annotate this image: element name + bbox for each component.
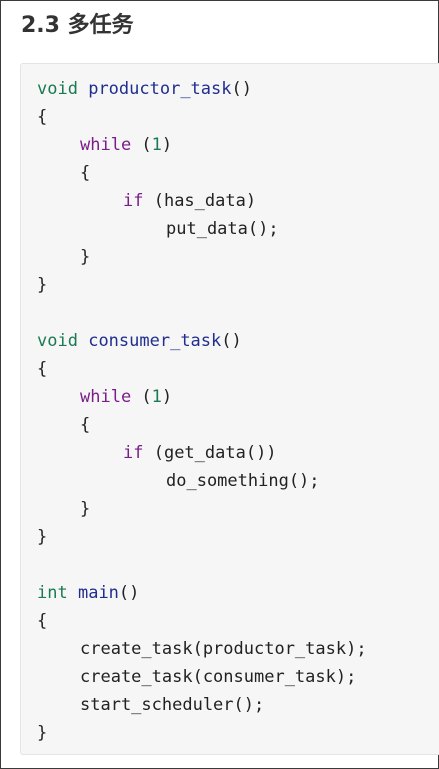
type-keyword: void — [37, 79, 78, 99]
code-text: ) — [161, 135, 173, 155]
number-literal: 1 — [151, 135, 162, 155]
code-text: () — [118, 583, 140, 603]
code-line: void productor_task() — [37, 75, 439, 103]
code-text: ( — [131, 135, 152, 155]
code-line: } — [37, 527, 48, 547]
code-text: ) — [161, 387, 173, 407]
control-keyword: if — [123, 443, 144, 463]
code-line: void consumer_task() — [37, 327, 439, 355]
code-line: if (has_data) — [37, 187, 439, 215]
function-name: consumer_task — [88, 331, 222, 351]
code-line: if (get_data()) — [37, 439, 439, 467]
code-line: { — [37, 359, 48, 379]
control-keyword: while — [80, 387, 132, 407]
code-line: while (1) — [37, 131, 439, 159]
number-literal: 1 — [151, 387, 162, 407]
code-line: { — [37, 611, 48, 631]
code-line: } — [80, 247, 91, 267]
code-line: { — [80, 163, 91, 183]
code-line: start_scheduler(); — [80, 695, 265, 715]
code-line: int main() — [37, 579, 439, 607]
code-text: () — [231, 79, 252, 99]
control-keyword: if — [123, 191, 144, 211]
code-line: while (1) — [37, 383, 439, 411]
code-listing: void productor_task(){while (1){if (has_… — [21, 64, 439, 747]
code-line: do_something(); — [166, 471, 320, 491]
code-line: { — [80, 415, 91, 435]
code-line: } — [37, 723, 48, 743]
code-text: () — [221, 331, 242, 351]
code-text: (get_data()) — [143, 443, 277, 463]
code-line: create_task(productor_task); — [80, 639, 367, 659]
type-keyword: int — [37, 583, 68, 603]
type-keyword: void — [37, 331, 78, 351]
code-line: } — [80, 499, 91, 519]
code-line: { — [37, 107, 48, 127]
function-name: main — [77, 583, 119, 603]
code-text: ( — [131, 387, 152, 407]
control-keyword: while — [80, 135, 132, 155]
code-line: put_data(); — [166, 219, 279, 239]
code-line: } — [37, 275, 48, 295]
section-heading: 2.3 多任务 — [21, 13, 134, 38]
code-line: create_task(consumer_task); — [80, 667, 357, 687]
function-name: productor_task — [88, 79, 232, 99]
code-block: void productor_task(){while (1){if (has_… — [20, 63, 439, 755]
code-text: (has_data) — [143, 191, 257, 211]
